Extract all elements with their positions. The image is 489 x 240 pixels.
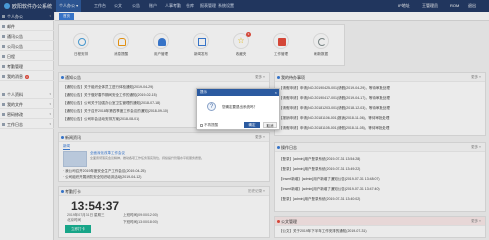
- checkbox-icon: [200, 123, 203, 127]
- dialog-header: 提示 ×: [197, 89, 279, 96]
- confirm-dialog: 提示 × ? 您确定要退出系统吗？ 不再提醒 确定 取消: [196, 88, 280, 130]
- ok-button[interactable]: 确定: [244, 122, 260, 128]
- checkbox-label: 不再提醒: [204, 123, 218, 127]
- question-icon: ?: [207, 102, 216, 111]
- dialog-title: 提示: [200, 90, 207, 94]
- close-icon[interactable]: ×: [275, 89, 277, 96]
- dialog-message: 您确定要退出系统吗？: [222, 105, 257, 109]
- cancel-button[interactable]: 取消: [263, 122, 277, 128]
- dont-remind-checkbox[interactable]: 不再提醒: [200, 123, 218, 128]
